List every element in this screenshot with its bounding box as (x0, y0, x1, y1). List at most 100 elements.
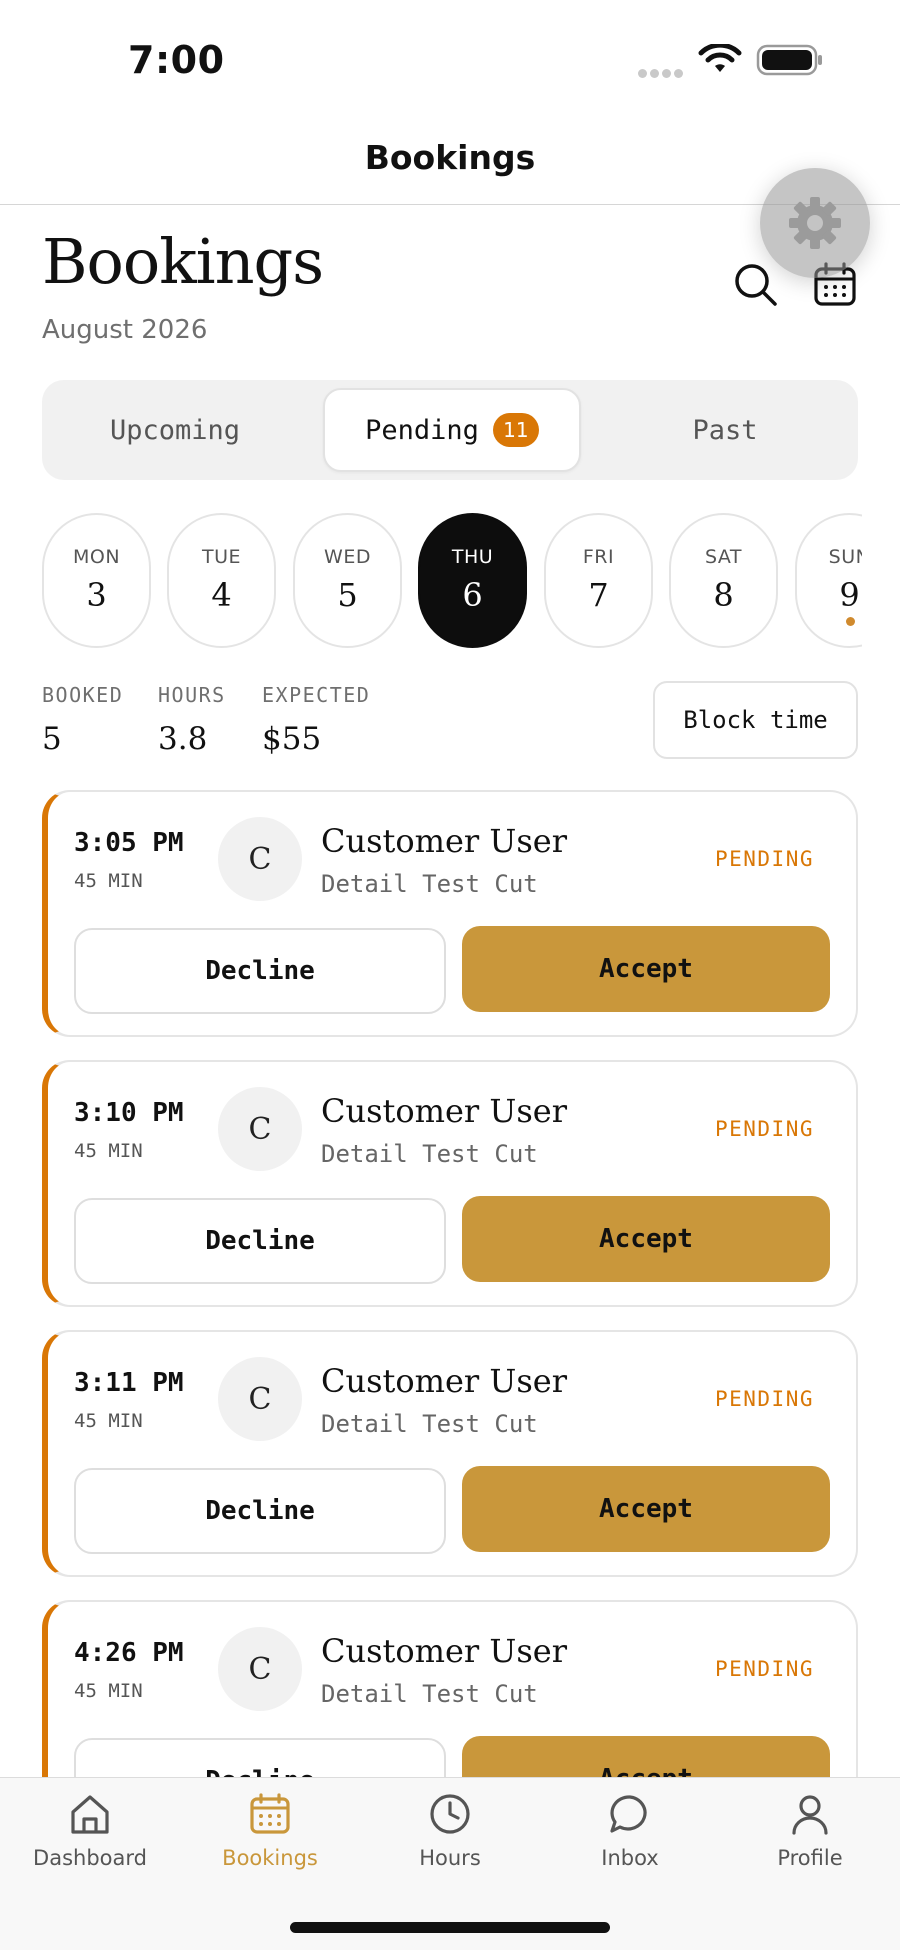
stat-value: $55 (262, 721, 322, 757)
day-number: 9 (839, 576, 860, 614)
avatar: C (218, 1357, 302, 1441)
accept-button[interactable]: Accept (462, 1196, 830, 1282)
status-badge: PENDING (714, 847, 814, 871)
tab-pending[interactable]: Pending 11 (323, 388, 581, 472)
status-badge: PENDING (714, 1657, 814, 1681)
tabbar-label: Profile (777, 1846, 843, 1870)
pending-count-badge: 11 (492, 413, 539, 447)
day-of-week: MON (72, 546, 121, 568)
tab-label: Pending (365, 414, 479, 446)
day-of-week: SUN (828, 546, 862, 568)
decline-button[interactable]: Decline (74, 1468, 446, 1554)
day-of-week: FRI (582, 546, 615, 568)
booking-time: 3:10 PM (74, 1098, 184, 1128)
avatar: C (218, 1627, 302, 1711)
booking-list[interactable]: 3:05 PM 45 MIN C Customer User Detail Te… (0, 785, 900, 1777)
day-of-week: WED (324, 546, 371, 568)
service-name: Detail Test Cut (321, 1680, 538, 1708)
page-title: Bookings (42, 225, 324, 298)
tabbar-item-hours[interactable]: Hours (360, 1792, 540, 1870)
day-of-week: TUE (201, 546, 242, 568)
day-number: 8 (713, 576, 734, 614)
day-chip-wed[interactable]: WED 5 (293, 513, 402, 648)
booking-card[interactable]: 3:05 PM 45 MIN C Customer User Detail Te… (42, 790, 858, 1037)
avatar: C (218, 817, 302, 901)
tabbar-label: Dashboard (33, 1846, 147, 1870)
day-number: 6 (462, 576, 483, 614)
cellular-signal-icon (638, 65, 686, 78)
status-badge: PENDING (714, 1117, 814, 1141)
status-badge: PENDING (714, 1387, 814, 1411)
day-chip-thu[interactable]: THU 6 (418, 513, 527, 648)
day-number: 3 (86, 576, 107, 614)
day-selector: MON 3 TUE 4 WED 5 THU 6 FRI 7 SAT 8 SUN … (42, 513, 862, 648)
stat-value: 5 (42, 721, 62, 757)
day-chip-mon[interactable]: MON 3 (42, 513, 151, 648)
stat-label: EXPECTED (262, 683, 371, 707)
clock-icon (430, 1794, 470, 1834)
nav-title: Bookings (364, 138, 536, 177)
tab-label: Past (692, 414, 758, 446)
tab-label: Upcoming (109, 414, 241, 446)
day-number: 5 (337, 576, 358, 614)
tabbar-item-dashboard[interactable]: Dashboard (0, 1792, 180, 1870)
day-chip-fri[interactable]: FRI 7 (544, 513, 653, 648)
booking-duration: 45 MIN (74, 1680, 143, 1702)
day-number: 4 (211, 576, 232, 614)
tabbar-label: Bookings (222, 1846, 318, 1870)
home-indicator[interactable] (290, 1922, 610, 1933)
customer-name: Customer User (321, 822, 568, 860)
has-bookings-dot (845, 617, 855, 626)
day-number: 7 (588, 576, 609, 614)
booking-duration: 45 MIN (74, 870, 143, 892)
booking-duration: 45 MIN (74, 1140, 143, 1162)
month-label: August 2026 (42, 315, 208, 345)
tab-upcoming[interactable]: Upcoming (50, 388, 300, 472)
battery-icon (756, 44, 822, 76)
accept-button[interactable]: Accept (462, 1736, 830, 1777)
navigation-bar: Bookings (0, 110, 900, 205)
customer-name: Customer User (321, 1632, 568, 1670)
decline-button[interactable]: Decline (74, 1198, 446, 1284)
service-name: Detail Test Cut (321, 1410, 538, 1438)
tabbar-item-bookings[interactable]: Bookings (180, 1792, 360, 1870)
booking-duration: 45 MIN (74, 1410, 143, 1432)
day-chip-sat[interactable]: SAT 8 (669, 513, 778, 648)
person-icon (792, 1795, 828, 1835)
tabbar-label: Inbox (601, 1846, 659, 1870)
home-icon (71, 1795, 109, 1834)
day-chip-tue[interactable]: TUE 4 (167, 513, 276, 648)
stat-label: HOURS (158, 683, 226, 707)
stat-hours: HOURS 3.8 (158, 683, 226, 757)
booking-status-tabs: Upcoming Pending 11 Past (42, 380, 858, 480)
decline-button[interactable]: Decline (74, 1738, 446, 1777)
service-name: Detail Test Cut (321, 870, 538, 898)
booking-time: 3:05 PM (74, 828, 184, 858)
booking-card[interactable]: 3:11 PM 45 MIN C Customer User Detail Te… (42, 1330, 858, 1577)
booking-card[interactable]: 4:26 PM 45 MIN C Customer User Detail Te… (42, 1600, 858, 1777)
day-chip-sun[interactable]: SUN 9 (795, 513, 862, 648)
booking-card[interactable]: 3:10 PM 45 MIN C Customer User Detail Te… (42, 1060, 858, 1307)
tabbar-item-inbox[interactable]: Inbox (540, 1792, 720, 1870)
calendar-icon (250, 1793, 290, 1834)
booking-time: 4:26 PM (74, 1638, 184, 1668)
customer-name: Customer User (321, 1362, 568, 1400)
gear-icon (789, 197, 841, 249)
tabbar-item-profile[interactable]: Profile (720, 1792, 900, 1870)
day-of-week: THU (451, 546, 494, 568)
wifi-icon (698, 44, 742, 72)
block-time-button[interactable]: Block time (653, 681, 858, 759)
settings-fab[interactable] (760, 168, 870, 278)
day-of-week: SAT (704, 546, 743, 568)
tab-past[interactable]: Past (600, 388, 850, 472)
customer-name: Customer User (321, 1092, 568, 1130)
service-name: Detail Test Cut (321, 1140, 538, 1168)
accept-button[interactable]: Accept (462, 1466, 830, 1552)
chat-bubble-icon (610, 1795, 647, 1833)
booking-time: 3:11 PM (74, 1368, 184, 1398)
avatar: C (218, 1087, 302, 1171)
status-time: 7:00 (128, 38, 225, 82)
decline-button[interactable]: Decline (74, 928, 446, 1014)
search-icon[interactable] (733, 262, 779, 308)
accept-button[interactable]: Accept (462, 926, 830, 1012)
